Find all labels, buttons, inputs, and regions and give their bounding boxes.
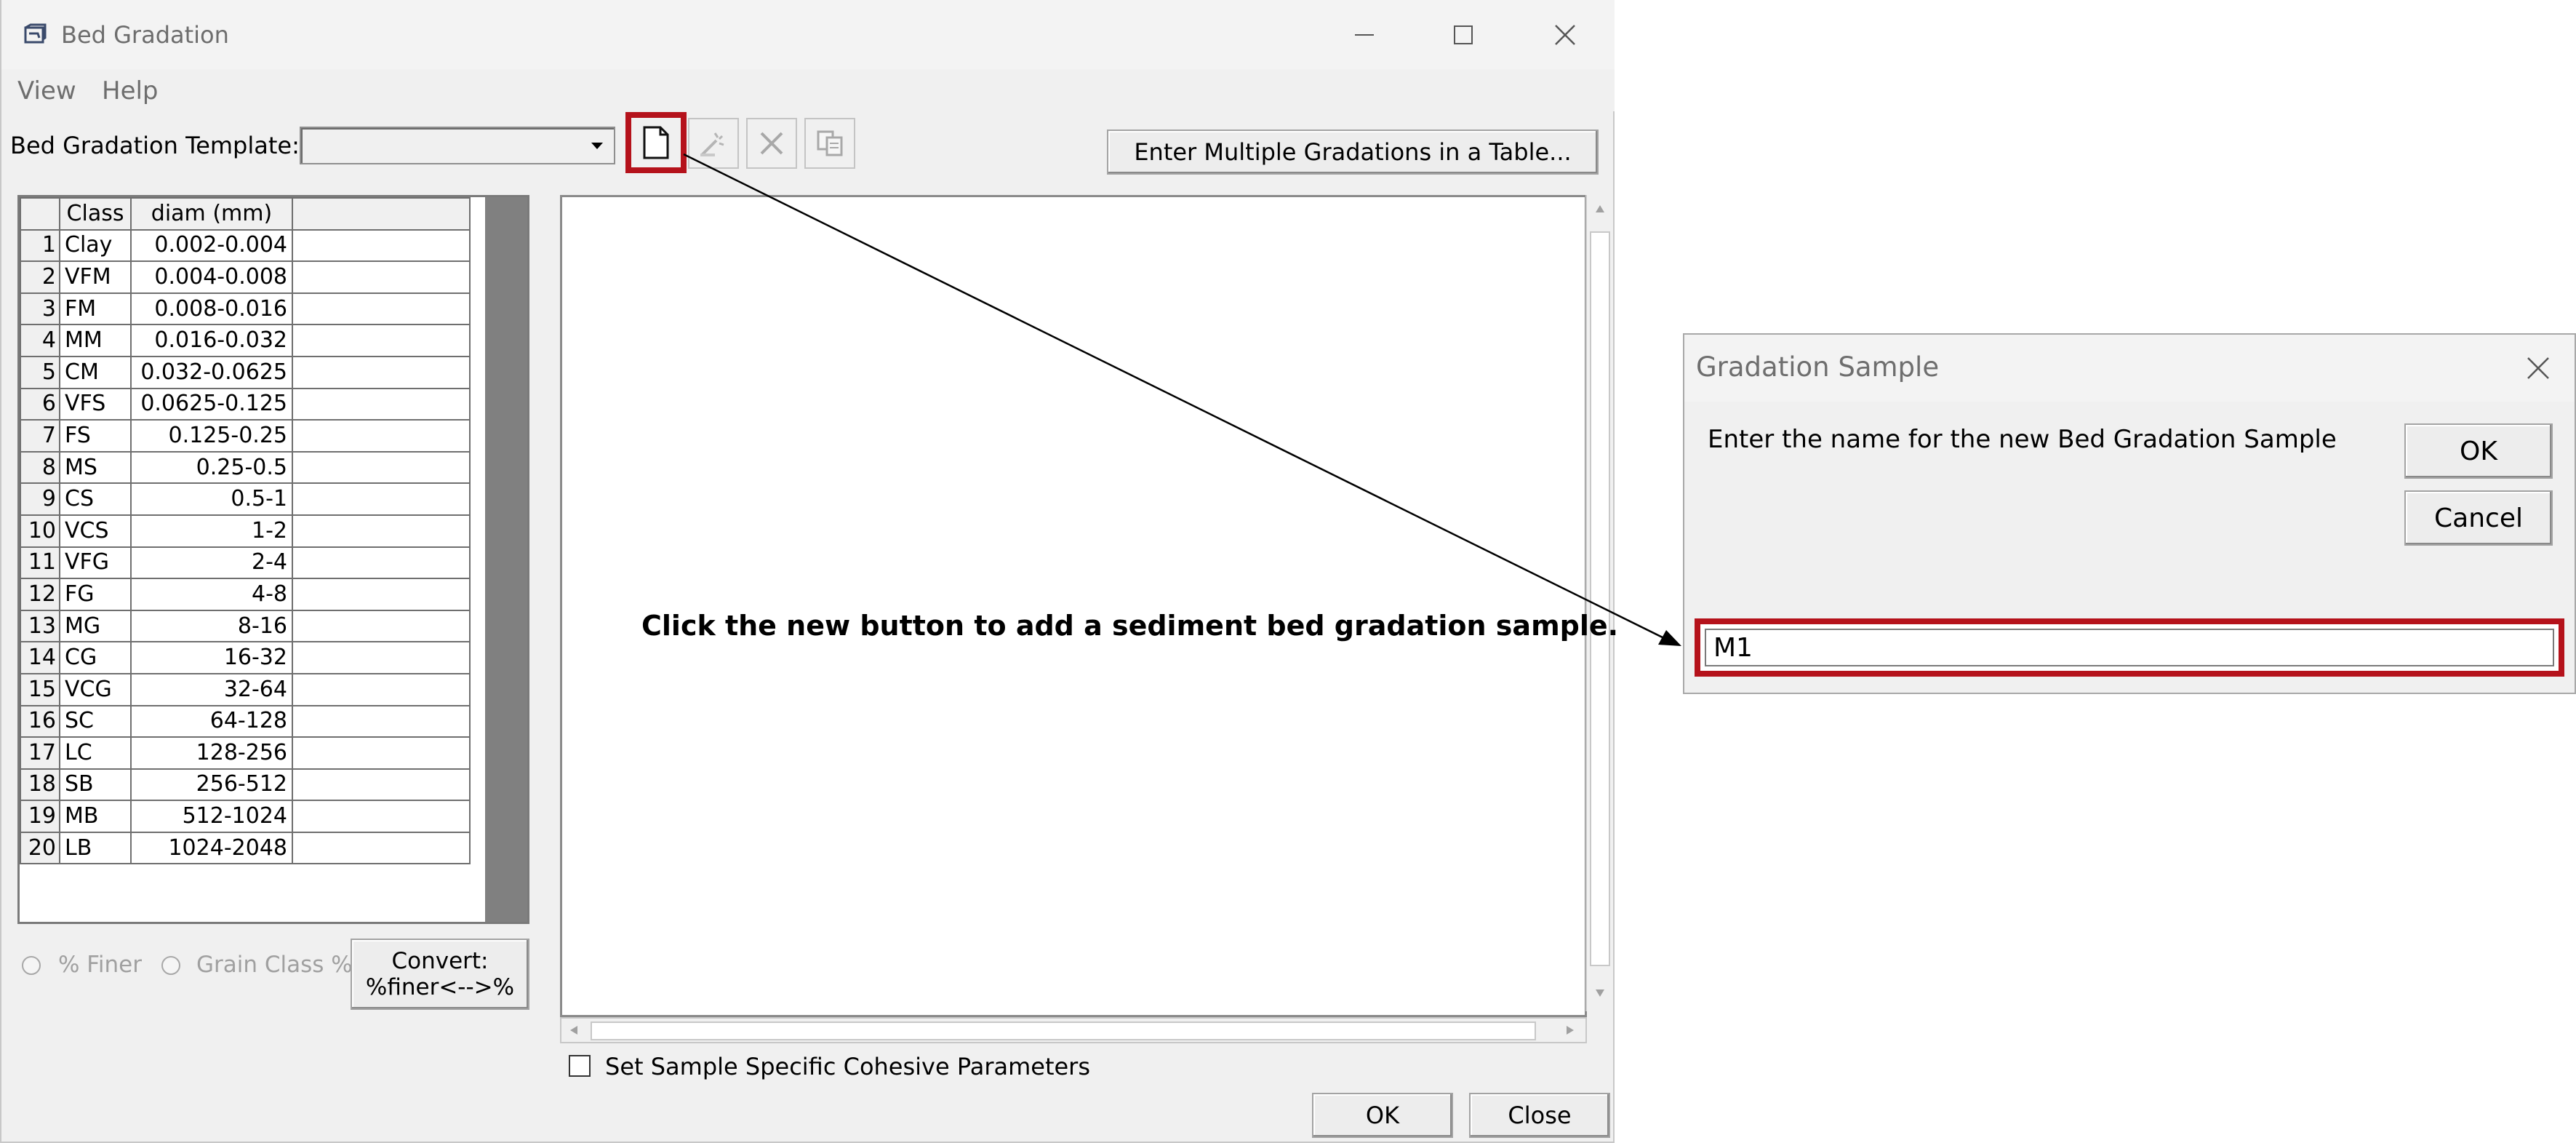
sample-name-field[interactable]: M1 [1695, 618, 2564, 677]
close-icon [2527, 357, 2549, 379]
sample-name-input[interactable]: M1 [1713, 633, 1753, 664]
dialog-ok-button[interactable]: OK [2404, 423, 2553, 479]
dialog-prompt: Enter the name for the new Bed Gradation… [1708, 425, 2337, 454]
dialog-title: Gradation Sample [1696, 351, 1940, 383]
dialog-close-button[interactable] [2519, 349, 2557, 387]
sample-name-input-border: M1 [1705, 629, 2554, 666]
gradation-sample-dialog: Gradation Sample Enter the name for the … [1683, 333, 2576, 694]
dialog-cancel-button[interactable]: Cancel [2404, 490, 2553, 546]
dialog-title-bar: Gradation Sample [1684, 335, 2575, 402]
